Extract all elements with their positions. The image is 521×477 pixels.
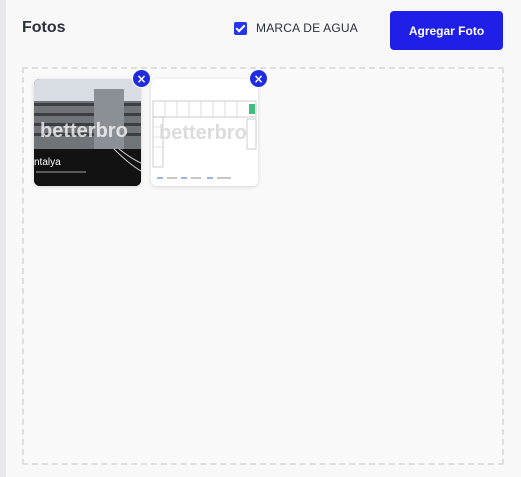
watermark-overlay-text: betterbro: [159, 122, 247, 144]
watermark-overlay-text: betterbro: [40, 120, 128, 142]
watermark-toggle[interactable]: MARCA DE AGUA: [234, 21, 358, 35]
photo-thumbnail[interactable]: betterbro ntalya: [34, 79, 141, 186]
add-photo-button[interactable]: Agregar Foto: [390, 11, 503, 50]
photos-panel: Fotos MARCA DE AGUA Agregar Foto betterb…: [6, 0, 521, 477]
watermark-label: MARCA DE AGUA: [256, 21, 358, 35]
remove-photo-button[interactable]: ×: [132, 69, 151, 88]
watermark-checkbox[interactable]: [234, 21, 247, 35]
photo-thumbnail[interactable]: betterbro: [151, 79, 258, 186]
photo-dropzone[interactable]: betterbro ntalya × betterbro ×: [22, 67, 504, 465]
photo-caption: ntalya: [34, 157, 61, 168]
photo-image-floorplan: betterbro: [151, 79, 258, 186]
photo-image-building: betterbro ntalya: [34, 79, 141, 186]
panel-title: Fotos: [22, 19, 66, 36]
remove-photo-button[interactable]: ×: [249, 69, 268, 88]
